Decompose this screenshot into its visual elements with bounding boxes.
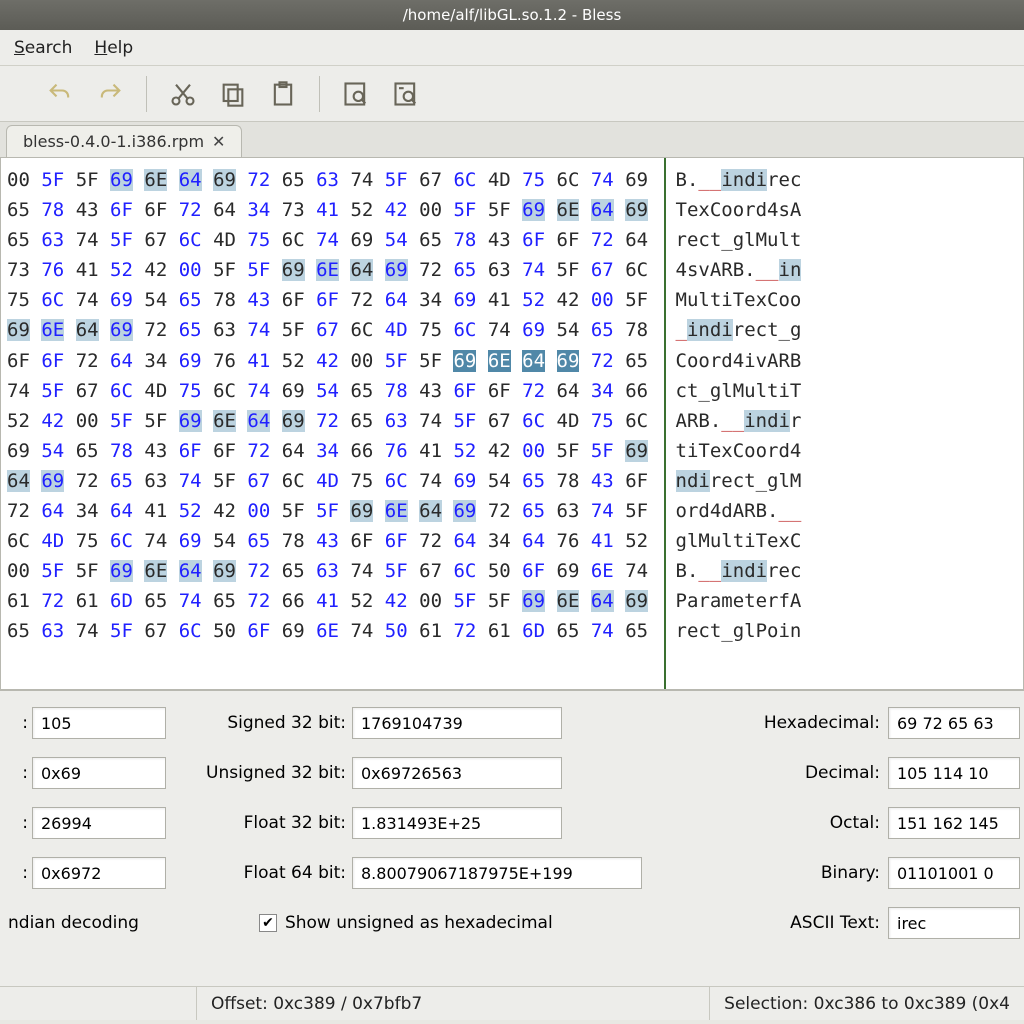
show-unsigned-label: Show unsigned as hexadecimal xyxy=(285,913,553,933)
float64-field[interactable] xyxy=(352,857,642,889)
find-replace-icon[interactable] xyxy=(388,76,424,112)
unsigned32-field[interactable] xyxy=(352,757,562,789)
float32-field[interactable] xyxy=(352,807,562,839)
hex-label: Hexadecimal: xyxy=(562,713,880,733)
octal-label: Octal: xyxy=(562,813,880,833)
decimal-field[interactable] xyxy=(888,757,1020,789)
unsigned8-field[interactable] xyxy=(32,757,166,789)
find-icon[interactable] xyxy=(338,76,374,112)
show-unsigned-checkbox[interactable]: ✔ xyxy=(259,914,277,932)
window-title: /home/alf/libGL.so.1.2 - Bless xyxy=(0,0,1024,30)
menu-search[interactable]: Search xyxy=(14,38,72,58)
signed32-label: Signed 32 bit: xyxy=(176,713,346,733)
binary-field[interactable] xyxy=(888,857,1020,889)
redo-icon[interactable] xyxy=(92,76,128,112)
unsigned32-label: Unsigned 32 bit: xyxy=(176,763,346,783)
status-offset: Offset: 0xc389 / 0x7bfb7 xyxy=(196,987,709,1020)
float64-label: Float 64 bit: xyxy=(176,863,346,883)
signed8-label: : xyxy=(4,713,28,733)
octal-field[interactable] xyxy=(888,807,1020,839)
endian-label: ndian decoding xyxy=(8,913,139,933)
paste-icon[interactable] xyxy=(265,76,301,112)
hex-view[interactable]: 00 5F 5F 69 6E 64 69 72 65 63 74 5F 67 6… xyxy=(0,158,1024,690)
tab-bar: bless-0.4.0-1.i386.rpm ✕ xyxy=(0,122,1024,158)
binary-label: Binary: xyxy=(642,863,880,883)
tab-label: bless-0.4.0-1.i386.rpm xyxy=(23,132,204,151)
tab-file[interactable]: bless-0.4.0-1.i386.rpm ✕ xyxy=(6,125,242,157)
status-bar: Offset: 0xc389 / 0x7bfb7 Selection: 0xc3… xyxy=(0,986,1024,1020)
ascii-text-field[interactable] xyxy=(888,907,1020,939)
cut-icon[interactable] xyxy=(165,76,201,112)
hex-field[interactable] xyxy=(888,707,1020,739)
tab-close-icon[interactable]: ✕ xyxy=(212,132,225,151)
undo-icon[interactable] xyxy=(42,76,78,112)
decimal-label: Decimal: xyxy=(562,763,880,783)
copy-icon[interactable] xyxy=(215,76,251,112)
toolbar xyxy=(0,66,1024,122)
menu-help[interactable]: Help xyxy=(94,38,133,58)
signed16-field[interactable] xyxy=(32,807,166,839)
data-inspector: : Signed 32 bit: Hexadecimal: : Unsigned… xyxy=(0,690,1024,986)
signed8-field[interactable] xyxy=(32,707,166,739)
ascii-column[interactable]: B.__indirec TexCoord4sA rect_glMult 4svA… xyxy=(666,158,802,689)
unsigned16-field[interactable] xyxy=(32,857,166,889)
signed32-field[interactable] xyxy=(352,707,562,739)
status-selection: Selection: 0xc386 to 0xc389 (0x4 xyxy=(709,987,1024,1020)
ascii-text-label: ASCII Text: xyxy=(553,913,880,933)
float32-label: Float 32 bit: xyxy=(176,813,346,833)
menu-bar: Search Help xyxy=(0,30,1024,66)
